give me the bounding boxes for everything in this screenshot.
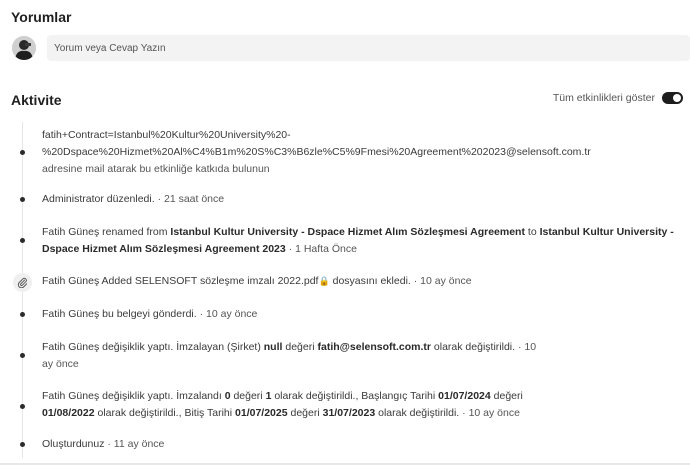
event-actor: Fatih Güneş	[42, 275, 100, 287]
show-all-activities-toggle[interactable]	[662, 92, 683, 104]
event-part: olarak değiştirildi.	[378, 407, 460, 419]
timeline-dot	[20, 404, 25, 409]
activity-item-renamed: Fatih Güneş renamed from Istanbul Kultur…	[42, 224, 682, 258]
event-time: · 10	[517, 341, 537, 353]
event-action: renamed from	[102, 226, 168, 238]
event-time: · 10 ay önce	[199, 308, 258, 320]
lock-icon: 🔒	[318, 276, 330, 286]
activity-item-date-change: Fatih Güneş değişiklik yaptı. İmzalandı …	[42, 388, 682, 422]
event-suffix: olarak değiştirildi.	[433, 341, 516, 353]
event-time: · 1 Hafta Önce	[288, 243, 357, 255]
comments-title: Yorumlar	[11, 9, 72, 25]
value: 01/08/2022	[42, 407, 95, 419]
avatar[interactable]	[12, 36, 36, 60]
event-part: değeri	[493, 390, 523, 402]
activity-item-sent: Fatih Güneş bu belgeyi gönderdi. · 10 ay…	[42, 306, 682, 323]
comment-input[interactable]	[47, 35, 690, 61]
event-prefix: Fatih Güneş değişiklik yaptı. İmzalayan …	[42, 341, 261, 353]
event-part: olarak değiştirildi., Bitiş Tarihi	[97, 407, 233, 419]
old-value: null	[263, 341, 283, 353]
timeline-dot	[20, 353, 25, 358]
value: 31/07/2023	[322, 407, 376, 419]
event-suffix: dosyasını ekledi.	[332, 275, 411, 287]
event-part: Fatih Güneş değişiklik yaptı. İmzalandı	[42, 390, 222, 402]
activity-item-edited: Administrator düzenledi. · 21 saat önce	[42, 191, 682, 208]
email-address-line-2[interactable]: %20Dspace%20Hizmet%20Al%C4%B1m%20S%C3%B6…	[42, 144, 682, 161]
timeline-dot	[20, 442, 25, 447]
event-time: · 21 saat önce	[157, 193, 225, 205]
timeline-dot	[20, 197, 25, 202]
event-text: Oluşturdunuz	[42, 438, 105, 450]
event-part: olarak değiştirildi., Başlangıç Tarihi	[274, 390, 436, 402]
timeline-dot	[20, 312, 25, 317]
attachment-marker	[13, 273, 32, 292]
event-actor: Fatih Güneş	[42, 226, 100, 238]
value: 0	[224, 390, 231, 402]
event-time: · 10 ay önce	[413, 275, 472, 287]
email-instruction: adresine mail atarak bu etkinliğe katkıd…	[42, 163, 270, 175]
activity-item-created: Oluşturdunuz · 11 ay önce	[42, 436, 682, 453]
timeline-dot	[20, 238, 25, 243]
event-mid: değeri	[285, 341, 315, 353]
activity-item-signer-change: Fatih Güneş değişiklik yaptı. İmzalayan …	[42, 339, 682, 373]
event-time: · 11 ay önce	[107, 438, 165, 450]
attachment-link[interactable]: Added SELENSOFT sözleşme imzalı 2022.pdf	[102, 275, 319, 287]
show-all-activities-label: Tüm etkinlikleri göster	[552, 92, 655, 104]
value: 1	[265, 390, 272, 402]
event-text: Administrator düzenledi.	[42, 193, 155, 205]
event-text: Fatih Güneş bu belgeyi gönderdi.	[42, 308, 197, 320]
event-part: değeri	[290, 407, 320, 419]
activity-item-email: fatih+Contract=Istanbul%20Kultur%20Unive…	[42, 127, 682, 178]
value: 01/07/2024	[438, 390, 491, 402]
event-to: to	[527, 226, 537, 238]
value: 01/07/2025	[235, 407, 288, 419]
paperclip-icon	[17, 277, 28, 288]
old-name: Istanbul Kultur University - Dspace Hizm…	[170, 226, 525, 238]
new-value: fatih@selensoft.com.tr	[317, 341, 431, 353]
email-address-line-1[interactable]: fatih+Contract=Istanbul%20Kultur%20Unive…	[42, 127, 682, 144]
event-part: değeri	[233, 390, 263, 402]
event-time-cont: ay önce	[42, 358, 79, 370]
activity-title: Aktivite	[11, 92, 62, 108]
activity-item-attachment: Fatih Güneş Added SELENSOFT sözleşme imz…	[42, 273, 682, 290]
timeline-dot	[20, 150, 25, 155]
user-avatar-icon	[12, 36, 36, 60]
show-all-activities-toggle-group[interactable]: Tüm etkinlikleri göster	[553, 92, 683, 104]
event-time: · 10 ay önce	[462, 407, 520, 419]
